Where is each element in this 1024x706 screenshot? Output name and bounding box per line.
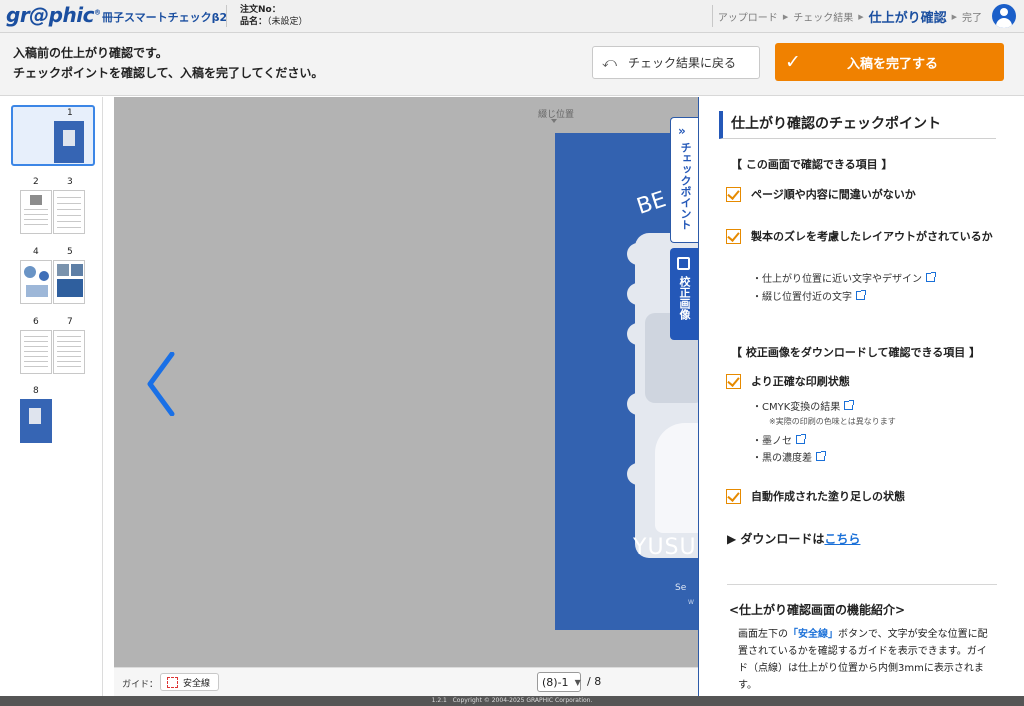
section-heading-on-screen: 【 この画面で確認できる項目 】 xyxy=(731,158,893,171)
tab-checkpoint[interactable]: » チェックポイント xyxy=(670,117,698,243)
feature-intro-title: <仕上がり確認画面の機能紹介> xyxy=(729,603,906,617)
header-divider xyxy=(226,5,227,27)
header-divider xyxy=(712,5,713,27)
thumbnail-image xyxy=(53,330,85,374)
spine-marker-icon xyxy=(551,119,557,123)
panel-divider xyxy=(727,584,997,585)
thumbnail-page-1[interactable]: 1 xyxy=(11,105,95,166)
product-label: 品名： xyxy=(240,17,268,27)
step-check-result: チェック結果 xyxy=(793,13,854,24)
safe-line-toggle-button[interactable]: 安全線 xyxy=(160,673,219,691)
sub-item-black-density[interactable]: ・黒の濃度差 xyxy=(752,449,826,464)
thumbnail-spread-6-7[interactable]: 6 7 xyxy=(11,317,95,377)
thumbnail-image xyxy=(20,260,52,304)
back-to-results-button[interactable]: ⤺ チェック結果に戻る xyxy=(592,46,760,79)
dashed-box-icon xyxy=(167,676,178,688)
instruction-text: 入稿前の仕上がり確認です。 チェックポイントを確認して、入稿を完了してください。 xyxy=(13,46,324,80)
download-link[interactable]: こちら xyxy=(824,532,860,546)
thumbnail-spread-2-3[interactable]: 2 3 xyxy=(11,177,95,237)
thumbnail-image xyxy=(20,399,52,443)
external-link-icon[interactable] xyxy=(844,400,855,410)
cmyk-note: ※実際の印刷の色味とは異なります xyxy=(769,417,896,426)
check-item-print-state: より正確な印刷状態 xyxy=(751,375,850,388)
checkmark-icon: ✓ xyxy=(785,51,801,73)
external-link-icon[interactable] xyxy=(856,290,866,300)
sub-item-cmyk[interactable]: ・CMYK変換の結果 xyxy=(752,398,855,413)
order-no-label: 注文No： xyxy=(240,5,281,15)
sub-item-overprint[interactable]: ・墨ノセ xyxy=(752,432,806,447)
thumbnail-image xyxy=(53,190,85,234)
check-item-bleed: 自動作成された塗り足しの状態 xyxy=(751,490,905,503)
external-link-icon[interactable] xyxy=(816,451,826,461)
checkbox-bleed[interactable] xyxy=(726,489,741,504)
section-heading-download: 【 校正画像をダウンロードして確認できる項目 】 xyxy=(731,346,981,359)
complete-submission-button[interactable]: ✓ 入稿を完了する xyxy=(775,43,1004,81)
user-avatar-icon[interactable] xyxy=(992,4,1016,28)
thumbnail-image xyxy=(20,330,52,374)
step-arrow-icon: ▶ xyxy=(782,12,789,21)
double-chevron-right-icon: » xyxy=(678,124,686,138)
version: 1.2.1 xyxy=(431,697,447,704)
external-link-icon[interactable] xyxy=(796,434,806,444)
sub-item-spine-text[interactable]: ・綴じ位置付近の文字 xyxy=(752,288,866,303)
checkbox-binding-layout[interactable] xyxy=(726,229,741,244)
sub-item-trim-text[interactable]: ・仕上がり位置に近い文字やデザイン xyxy=(752,270,936,285)
feature-intro-text: 画面左下の「安全線」ボタンで、文字が安全な位置に配置されているかを確認するガイド… xyxy=(738,629,988,691)
thumbnail-page-8[interactable]: 8 xyxy=(11,386,95,446)
checkbox-print-state[interactable] xyxy=(726,374,741,389)
checkbox-page-order[interactable] xyxy=(726,187,741,202)
cover-subtext: W xyxy=(688,599,694,606)
external-link-icon[interactable] xyxy=(926,272,936,282)
cover-title-bottom: YUSUKI xyxy=(633,535,698,560)
footer: 1.2.1 Copyright © 2004-2025 GRAPHIC Corp… xyxy=(0,696,1024,706)
step-arrow-icon: ▶ xyxy=(951,12,957,21)
thumbnail-image xyxy=(53,260,85,304)
guide-label: ガイド： xyxy=(122,680,159,690)
tab-proof-image[interactable]: 校正画像 xyxy=(670,248,698,340)
step-complete: 完了 xyxy=(962,13,982,24)
previous-page-chevron-icon[interactable] xyxy=(144,352,178,416)
copyright: Copyright © 2004-2025 GRAPHIC Corporatio… xyxy=(452,697,593,704)
product-value: （未設定） xyxy=(267,17,308,27)
page-total: / 8 xyxy=(587,675,602,688)
thumbnail-image xyxy=(54,121,84,163)
check-item-page-order: ページ順や内容に間違いがないか xyxy=(751,188,916,201)
chevron-down-icon: ▼ xyxy=(574,677,581,687)
check-item-binding-layout: 製本のズレを考慮したレイアウトがされているか xyxy=(751,230,993,243)
cover-subtext: Se xyxy=(675,583,687,593)
step-finish-confirm: 仕上がり確認 xyxy=(868,11,947,26)
app-name: 冊子スマートチェックβ2 xyxy=(102,11,228,24)
step-arrow-icon: ▶ xyxy=(858,12,864,21)
instruction-bar: 入稿前の仕上がり確認です。 チェックポイントを確認して、入稿を完了してください。… xyxy=(0,33,1024,96)
thumbnail-spread-4-5[interactable]: 4 5 xyxy=(11,247,95,307)
image-icon xyxy=(677,257,690,270)
app-header: gr@phic® 冊子スマートチェックβ2 注文No： 品名：（未設定） アップ… xyxy=(0,0,1024,33)
preview-canvas: 綴じ位置 BE YUSUKI Se W xyxy=(114,97,698,667)
thumbnail-image xyxy=(20,190,52,234)
page-select[interactable]: (8)-1 ▼ xyxy=(537,672,581,692)
progress-steps: アップロード ▶ チェック結果 ▶ 仕上がり確認 ▶ 完了 xyxy=(718,0,982,33)
graphic-logo[interactable]: gr@phic® xyxy=(6,3,101,27)
undo-icon: ⤺ xyxy=(602,54,617,71)
step-upload: アップロード xyxy=(717,13,778,24)
page-thumbnails: 1 2 3 4 5 6 7 8 xyxy=(0,97,103,696)
cover-title-top: BE xyxy=(633,187,670,220)
download-row: ▶ ダウンロードはこちら xyxy=(727,532,861,546)
panel-title: 仕上がり確認のチェックポイント xyxy=(719,111,996,139)
order-info: 注文No： 品名：（未設定） xyxy=(240,4,308,28)
guide-toolbar: ガイド： 安全線 (8)-1 ▼ / 8 xyxy=(114,667,698,696)
